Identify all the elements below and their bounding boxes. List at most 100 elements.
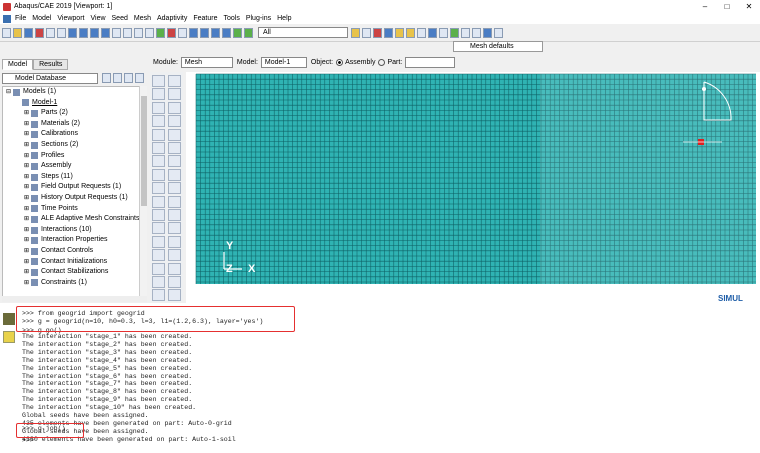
tree-expand-icon[interactable]: ⊞ (24, 182, 31, 193)
part-select[interactable] (405, 57, 456, 68)
tree-expand-icon[interactable]: ⊞ (24, 267, 31, 278)
viewport[interactable]: Y Z X (186, 72, 760, 289)
mesh-tool-icon[interactable] (168, 276, 181, 288)
menu-model[interactable]: Model (32, 15, 51, 22)
open-file-icon[interactable] (13, 27, 22, 38)
tab-results[interactable]: Results (33, 59, 69, 70)
viewport-icon[interactable] (68, 27, 77, 38)
tree-expand-icon[interactable]: ⊞ (24, 172, 31, 183)
menu-view[interactable]: View (90, 15, 105, 22)
tree-node[interactable]: ⊞ Field Output Requests (1) (3, 182, 146, 193)
render-style-icon[interactable] (233, 27, 242, 38)
tree-node[interactable]: ⊞ Sections (2) (3, 140, 146, 151)
tree-expand-icon[interactable]: ⊞ (24, 225, 31, 236)
rotate-icon[interactable] (112, 27, 121, 38)
menu-mesh[interactable]: Mesh (134, 15, 151, 22)
mesh-tool-icon[interactable] (152, 155, 165, 168)
mesh-tool-icon[interactable] (152, 128, 165, 141)
cascade-icon[interactable] (90, 27, 99, 38)
tree-expand-icon[interactable]: ⊞ (24, 278, 31, 289)
remove-icon[interactable] (373, 27, 382, 38)
mesh-defaults-select[interactable]: Mesh defaults (453, 41, 543, 52)
color-code-icon[interactable] (351, 27, 360, 38)
mesh-tool-icon[interactable] (168, 222, 181, 235)
assembly-radio[interactable] (336, 59, 344, 66)
tree-expand-icon[interactable]: ⊞ (24, 235, 31, 246)
tree-node[interactable]: Model-1 (3, 98, 146, 109)
new-file-icon[interactable] (2, 27, 11, 38)
save-icon[interactable] (24, 27, 33, 38)
highlight-icon[interactable] (406, 27, 415, 38)
tree-collapse-icon[interactable] (124, 73, 133, 83)
tree-expand-icon[interactable]: ⊞ (24, 214, 31, 225)
tree-node[interactable]: ⊞ Contact Stabilizations (3, 267, 146, 278)
nav-back-icon[interactable] (461, 27, 470, 38)
mesh-tool-icon[interactable] (152, 209, 165, 221)
tree-database-select[interactable]: Model Database (2, 72, 98, 84)
tree-node[interactable]: ⊞ Calibrations (3, 129, 146, 140)
tree-scrollbar[interactable] (139, 86, 147, 298)
tree-expand-icon[interactable] (113, 73, 122, 83)
selection-filter-select[interactable]: All (258, 27, 348, 38)
mesh-tool-icon[interactable] (152, 262, 165, 275)
menu-plugins[interactable]: Plug-ins (246, 15, 271, 22)
tree-node[interactable]: ⊞ Profiles (3, 151, 146, 162)
mesh-tool-icon[interactable] (152, 276, 165, 288)
mesh-tool-icon[interactable] (168, 249, 181, 262)
window-icon[interactable] (101, 27, 110, 38)
mesh-tool-icon[interactable] (152, 249, 165, 262)
tree-expand-icon[interactable]: ⊞ (24, 193, 31, 204)
fit-icon[interactable] (145, 27, 154, 38)
mesh-tool-icon[interactable] (168, 88, 181, 101)
mesh-tool-icon[interactable] (168, 289, 181, 302)
tree-filter-icon[interactable] (102, 73, 111, 83)
display-group-icon[interactable] (362, 27, 371, 38)
tree-node[interactable]: ⊞ Interaction Properties (3, 235, 146, 246)
tree-horizontal-scrollbar[interactable] (2, 296, 147, 302)
tree-expand-icon[interactable]: ⊟ (6, 87, 13, 98)
options-icon[interactable] (483, 27, 492, 38)
mesh-tool-icon[interactable] (152, 289, 165, 302)
mesh-tool-icon[interactable] (152, 222, 165, 235)
nav-forward-icon[interactable] (472, 27, 481, 38)
python-console-icon[interactable] (3, 331, 15, 343)
query-icon[interactable] (178, 27, 187, 38)
tree-node[interactable]: ⊞ Contact Initializations (3, 257, 146, 268)
tree-node[interactable]: ⊞ Interactions (10) (3, 225, 146, 236)
tree-expand-icon[interactable]: ⊞ (24, 108, 31, 119)
tree-node[interactable]: ⊞ Parts (2) (3, 108, 146, 119)
module-select[interactable]: Mesh (180, 57, 233, 68)
iso-view-icon[interactable] (189, 27, 198, 38)
menu-file[interactable]: File (15, 15, 26, 22)
tree-icon[interactable] (450, 27, 459, 38)
mesh-tool-icon[interactable] (152, 101, 165, 114)
mesh-tool-icon[interactable] (152, 235, 165, 248)
mesh-tool-icon[interactable] (168, 262, 181, 275)
tree-node[interactable]: ⊞ Contact Controls (3, 246, 146, 257)
tree-node[interactable]: ⊞ Assembly (3, 161, 146, 172)
model-select[interactable]: Model-1 (260, 57, 307, 68)
mesh-tool-icon[interactable] (152, 168, 165, 181)
tree-node[interactable]: ⊞ Time Points (3, 204, 146, 215)
menu-seed[interactable]: Seed (112, 15, 128, 22)
tree-expand-icon[interactable]: ⊞ (24, 129, 31, 140)
mesh-tool-icon[interactable] (152, 88, 165, 101)
mesh-tool-icon[interactable] (168, 75, 181, 87)
mesh-tool-icon[interactable] (168, 128, 181, 141)
menu-viewport[interactable]: Viewport (57, 15, 84, 22)
help-icon[interactable] (494, 27, 503, 38)
tree-node[interactable]: ⊞ Materials (2) (3, 119, 146, 130)
redo-icon[interactable] (57, 27, 66, 38)
mesh-canvas[interactable] (186, 72, 760, 289)
tree-expand-icon[interactable]: ⊞ (24, 257, 31, 268)
part-radio[interactable] (378, 59, 386, 66)
mesh-tool-icon[interactable] (168, 142, 181, 154)
tree-expand-icon[interactable]: ⊞ (24, 119, 31, 130)
front-view-icon[interactable] (200, 27, 209, 38)
tree-node[interactable]: ⊞ ALE Adaptive Mesh Constraints (3, 214, 146, 225)
arrow-icon[interactable] (156, 27, 165, 38)
message-area-icon[interactable] (3, 313, 15, 325)
mesh-tool-icon[interactable] (168, 101, 181, 114)
pan-icon[interactable] (123, 27, 132, 38)
maximize-button[interactable]: □ (716, 0, 738, 13)
